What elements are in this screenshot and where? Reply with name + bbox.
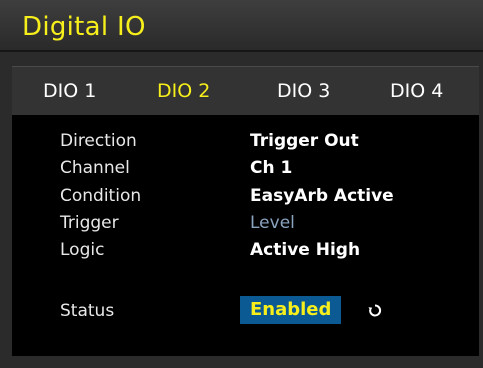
- logic-row: Logic Active High: [12, 238, 479, 262]
- channel-label: Channel: [60, 158, 130, 178]
- channel-row: Channel Ch 1: [12, 156, 479, 180]
- direction-row: Direction Trigger Out: [12, 129, 479, 153]
- direction-value[interactable]: Trigger Out: [250, 129, 359, 153]
- trigger-row: Trigger Level: [12, 211, 479, 235]
- condition-label: Condition: [60, 186, 142, 206]
- title-bar: Digital IO: [0, 0, 483, 52]
- channel-value[interactable]: Ch 1: [250, 156, 292, 180]
- status-row: Status Enabled: [12, 296, 479, 324]
- condition-value[interactable]: EasyArb Active: [250, 184, 394, 208]
- logic-label: Logic: [60, 240, 105, 260]
- tab-dio-4[interactable]: DIO 4: [390, 79, 443, 103]
- dio-tab-bar: DIO 1 DIO 2 DIO 3 DIO 4: [12, 66, 479, 115]
- status-enabled-button[interactable]: Enabled: [240, 296, 342, 324]
- cycle-icon[interactable]: [367, 303, 383, 319]
- status-label: Status: [60, 301, 115, 321]
- direction-label: Direction: [60, 131, 137, 151]
- tab-dio-1[interactable]: DIO 1: [43, 79, 96, 103]
- tab-dio-3[interactable]: DIO 3: [277, 79, 330, 103]
- condition-row: Condition EasyArb Active: [12, 184, 479, 208]
- page-title: Digital IO: [22, 12, 146, 42]
- trigger-value: Level: [250, 213, 295, 233]
- settings-panel: DIO 1 DIO 2 DIO 3 DIO 4 Direction Trigge…: [12, 66, 479, 356]
- bottom-strip: [12, 356, 479, 368]
- digital-io-screen: Digital IO DIO 1 DIO 2 DIO 3 DIO 4 Direc…: [0, 0, 483, 368]
- tab-dio-2[interactable]: DIO 2: [157, 79, 210, 103]
- trigger-label: Trigger: [60, 213, 119, 233]
- logic-value[interactable]: Active High: [250, 238, 360, 262]
